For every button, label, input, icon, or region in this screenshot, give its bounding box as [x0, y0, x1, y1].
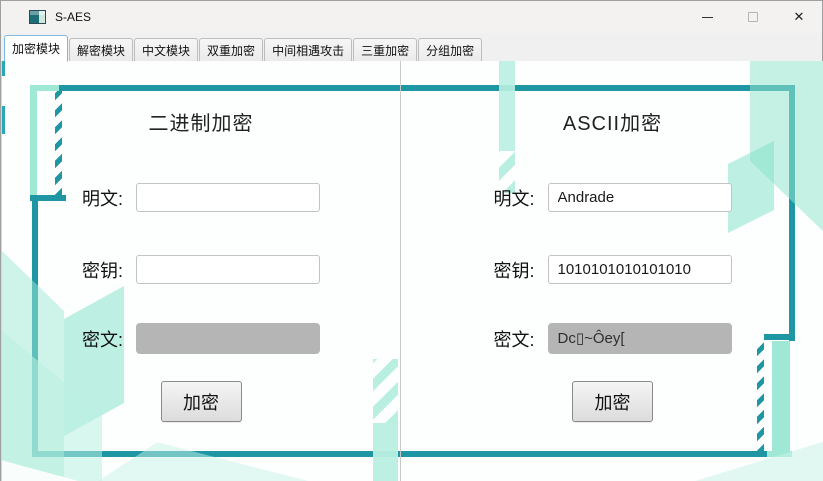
tab-page-content: 二进制加密 明文: 密钥: 密文: 加密 ASCII加密 明文: — [1, 61, 823, 481]
ascii-key-label: 密钥: — [493, 257, 534, 283]
ascii-cipher-label: 密文: — [493, 326, 534, 352]
tab-triple-encrypt[interactable]: 三重加密 — [353, 38, 417, 61]
binary-plaintext-label: 明文: — [82, 185, 123, 211]
ascii-plaintext-label: 明文: — [493, 185, 534, 211]
ascii-cipher-output: Dc▯~Ôey[ — [548, 323, 732, 354]
binary-plaintext-input[interactable] — [136, 183, 320, 212]
ascii-button-row: 加密 — [400, 381, 823, 422]
binary-key-label: 密钥: — [82, 257, 123, 283]
binary-cipher-row: 密文: — [2, 323, 400, 354]
close-icon: ✕ — [794, 9, 805, 25]
binary-encrypt-button[interactable]: 加密 — [161, 381, 242, 422]
binary-button-row: 加密 — [2, 381, 400, 422]
ascii-encrypt-panel: ASCII加密 明文: 密钥: 密文: Dc▯~Ôey[ 加密 — [400, 61, 823, 481]
binary-plaintext-row: 明文: — [2, 183, 400, 212]
ascii-key-input[interactable] — [548, 255, 732, 284]
ascii-key-row: 密钥: — [400, 255, 823, 284]
ascii-cipher-row: 密文: Dc▯~Ôey[ — [400, 323, 823, 354]
tab-meet-in-middle-attack[interactable]: 中间相遇攻击 — [264, 38, 352, 61]
minimize-button[interactable] — [684, 1, 730, 33]
tab-chinese-module[interactable]: 中文模块 — [134, 38, 198, 61]
binary-cipher-output — [136, 323, 320, 354]
maximize-icon — [748, 12, 758, 22]
minimize-icon — [702, 17, 713, 18]
close-button[interactable]: ✕ — [776, 1, 822, 33]
ascii-panel-title: ASCII加密 — [400, 107, 823, 136]
tab-block-encrypt[interactable]: 分组加密 — [418, 38, 482, 61]
ascii-plaintext-input[interactable] — [548, 183, 732, 212]
binary-cipher-label: 密文: — [82, 326, 123, 352]
binary-panel-title: 二进制加密 — [2, 107, 400, 136]
binary-key-input[interactable] — [136, 255, 320, 284]
tab-decrypt-module[interactable]: 解密模块 — [69, 38, 133, 61]
tab-bar: 加密模块 解密模块 中文模块 双重加密 中间相遇攻击 三重加密 分组加密 — [1, 33, 822, 61]
ascii-encrypt-button[interactable]: 加密 — [572, 381, 653, 422]
title-bar: S-AES ✕ — [1, 1, 822, 33]
tab-double-encrypt[interactable]: 双重加密 — [199, 38, 263, 61]
tab-encrypt-module[interactable]: 加密模块 — [4, 35, 68, 62]
binary-encrypt-panel: 二进制加密 明文: 密钥: 密文: 加密 — [2, 61, 400, 481]
app-icon — [29, 10, 46, 24]
app-window: S-AES ✕ 加密模块 解密模块 中文模块 双重加密 中间相遇攻击 三重加密 … — [0, 0, 823, 481]
maximize-button[interactable] — [730, 1, 776, 33]
window-title: S-AES — [55, 10, 91, 24]
ascii-plaintext-row: 明文: — [400, 183, 823, 212]
window-controls: ✕ — [684, 1, 822, 33]
binary-key-row: 密钥: — [2, 255, 400, 284]
